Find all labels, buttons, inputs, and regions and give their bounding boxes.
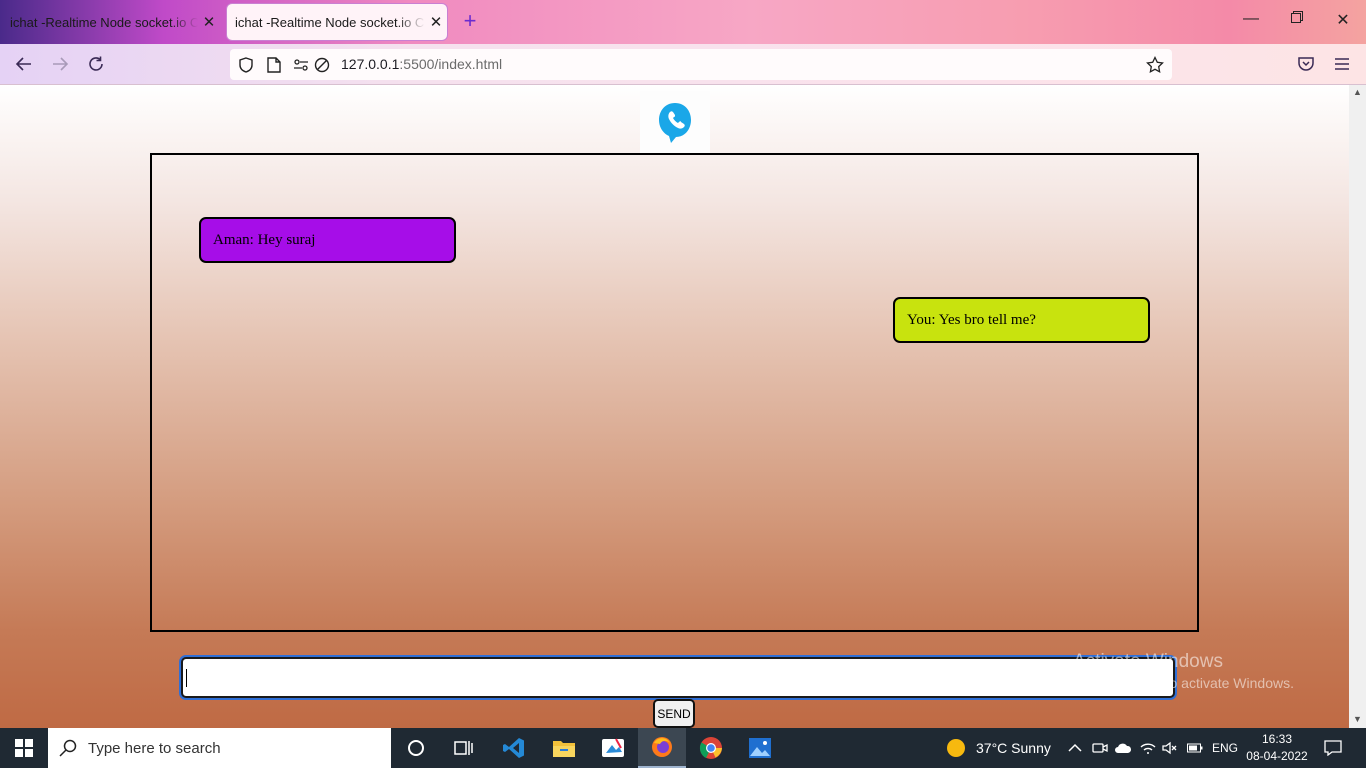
browser-tab-bar: ichat -Realtime Node socket.io Chat ✕ ic… [0,0,1366,44]
volume-muted-icon[interactable] [1162,728,1178,768]
search-icon [48,739,88,757]
chat-phone-icon [659,103,691,143]
url-text[interactable]: 127.0.0.1:5500/index.html [341,56,502,72]
page-scrollbar[interactable]: ▲ ▼ [1349,85,1366,728]
clock-time: 16:33 [1261,732,1293,746]
search-placeholder: Type here to search [88,739,221,757]
snipping-tool-icon[interactable] [589,728,637,768]
chrome-icon[interactable] [687,728,735,768]
forward-icon[interactable] [48,52,72,76]
show-hidden-icons-icon[interactable] [1068,728,1082,768]
minimize-icon[interactable]: — [1241,10,1261,28]
send-button[interactable]: SEND [653,699,695,728]
onedrive-icon[interactable] [1114,728,1132,768]
close-window-icon[interactable]: ✕ [1333,10,1353,30]
file-explorer-icon[interactable] [540,728,588,768]
menu-icon[interactable] [1330,52,1354,76]
windows-start-icon[interactable] [0,728,48,768]
battery-icon[interactable] [1187,728,1203,768]
pocket-icon[interactable] [1294,52,1318,76]
tab-title: ichat -Realtime Node socket.io Chat [10,14,198,30]
url-path: :5500/index.html [399,56,503,72]
taskbar-clock[interactable]: 16:33 08-04-2022 [1238,731,1316,765]
taskbar-search[interactable]: Type here to search [48,728,391,768]
wifi-icon[interactable] [1140,728,1156,768]
restore-icon[interactable] [1287,10,1307,28]
firefox-icon[interactable] [638,728,686,768]
photos-icon[interactable] [736,728,784,768]
language-indicator[interactable]: ENG [1212,728,1238,768]
sun-icon [947,739,965,757]
scroll-up-icon[interactable]: ▲ [1353,87,1362,97]
meet-now-icon[interactable] [1092,728,1108,768]
address-bar[interactable]: 127.0.0.1:5500/index.html [230,49,1172,80]
message-sent: You: Yes bro tell me? [893,297,1150,343]
scroll-down-icon[interactable]: ▼ [1353,714,1362,724]
tab-active[interactable]: ichat -Realtime Node socket.io Chat ✕ [227,4,447,40]
clock-date: 08-04-2022 [1246,749,1308,763]
tracking-protection-icon[interactable] [313,56,331,74]
tab-close-icon[interactable]: ✕ [425,13,447,31]
weather-text: 37°C Sunny [976,740,1051,756]
browser-nav-bar: 127.0.0.1:5500/index.html [0,44,1366,85]
reload-icon[interactable] [84,52,108,76]
cortana-icon[interactable] [392,728,440,768]
back-icon[interactable] [12,52,36,76]
chat-logo [640,91,710,155]
windows-taskbar: Type here to search 37°C Sunny ENG 16:33… [0,728,1366,768]
notifications-icon[interactable] [1324,728,1342,768]
message-received: Aman: Hey suraj [199,217,456,263]
tab-inactive[interactable]: ichat -Realtime Node socket.io Chat ✕ [0,4,220,40]
tab-close-icon[interactable]: ✕ [198,13,220,31]
weather-widget[interactable]: 37°C Sunny [946,728,1051,768]
text-caret [186,669,187,687]
tab-title: ichat -Realtime Node socket.io Chat [235,14,425,30]
task-view-icon[interactable] [440,728,488,768]
chat-page: Aman: Hey suraj You: Yes bro tell me? SE… [0,85,1349,728]
shield-icon[interactable] [237,56,255,74]
vscode-icon[interactable] [490,728,538,768]
url-host: 127.0.0.1 [341,56,400,72]
new-tab-icon[interactable]: + [459,10,481,32]
page-icon[interactable] [265,56,283,74]
message-input[interactable] [181,657,1175,698]
message-container: Aman: Hey suraj You: Yes bro tell me? [150,153,1199,632]
permissions-icon[interactable] [292,56,310,74]
bookmark-star-icon[interactable] [1146,56,1164,74]
